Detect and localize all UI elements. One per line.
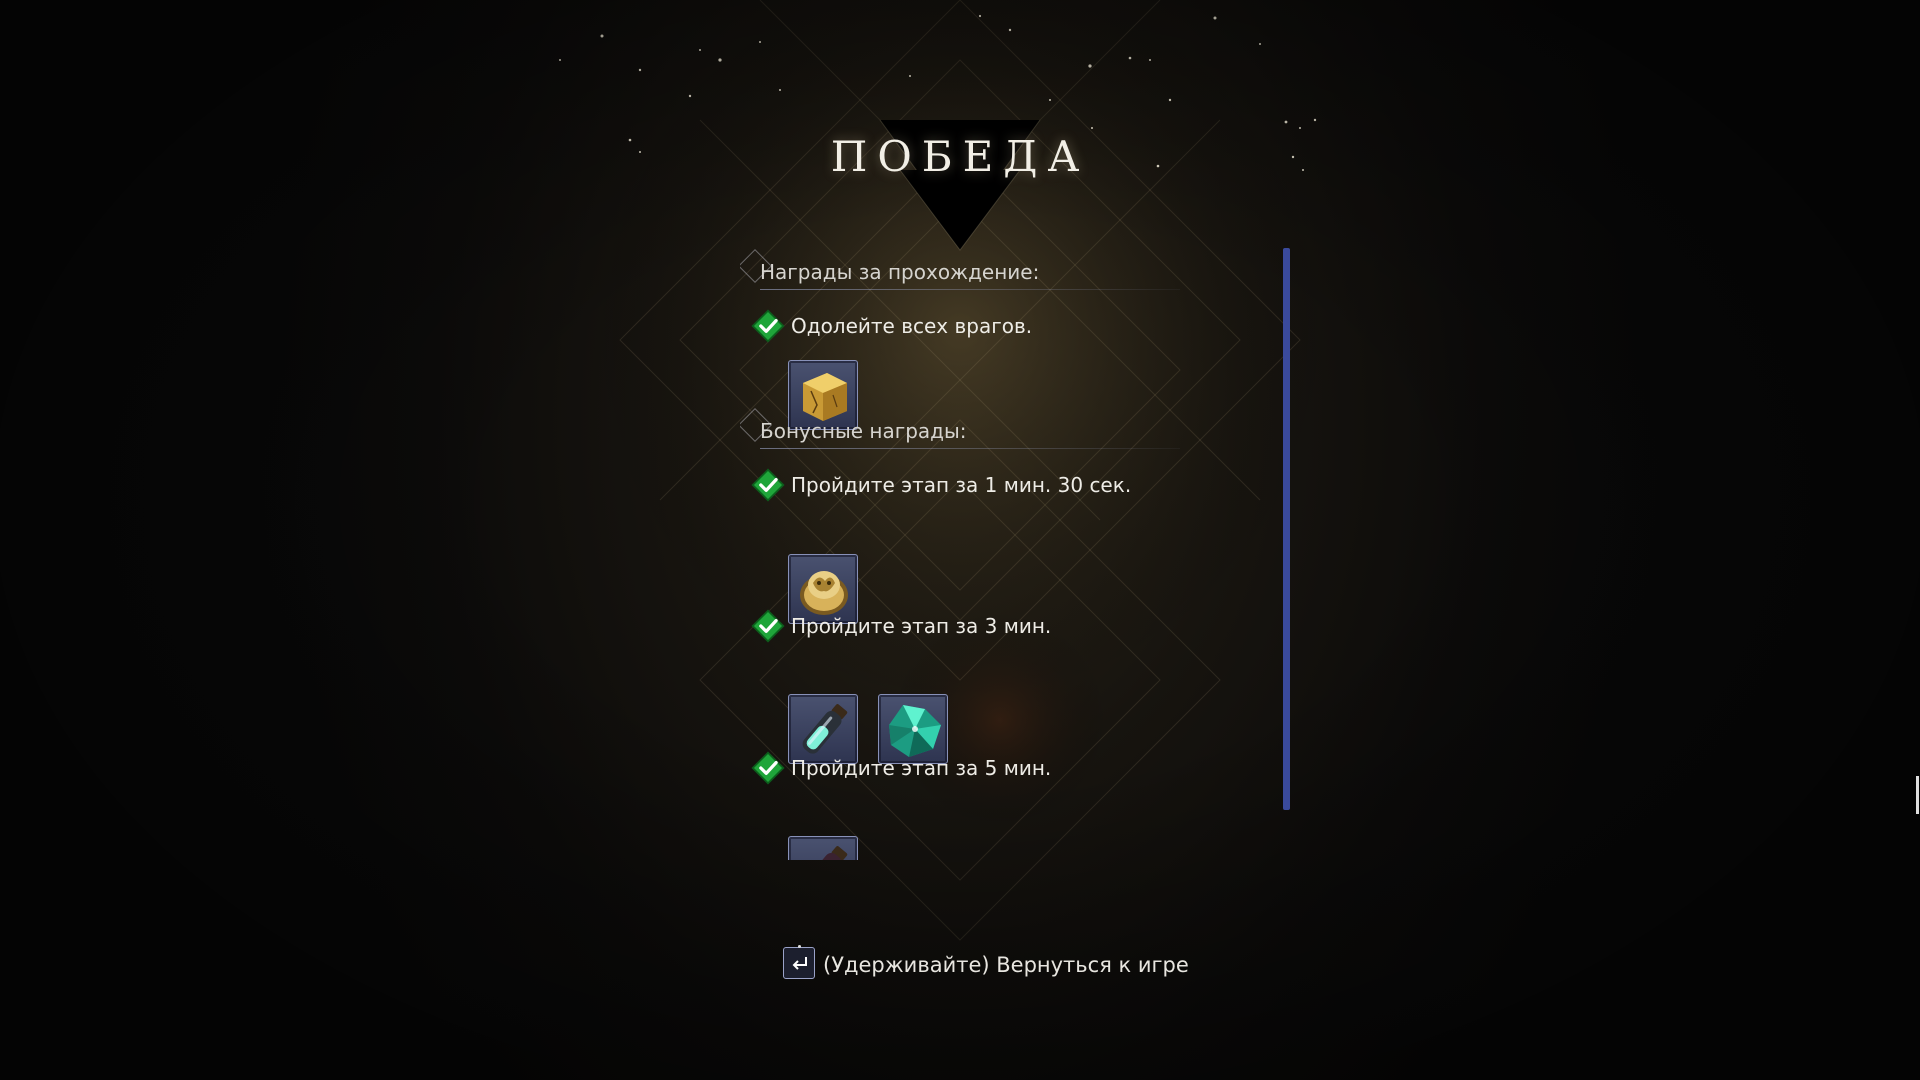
check-icon [751,751,785,785]
rewards-panel: Награды за прохождение: Одолейте всех вр… [740,246,1300,860]
section-heading: Бонусные награды: [760,419,967,443]
enter-key-button[interactable] [783,945,815,979]
red-vial-icon [802,846,848,860]
key-dot [798,945,801,948]
return-hint-text: (Удерживайте) Вернуться к игре [823,953,1189,977]
check-icon [751,468,785,502]
edge-marker [1916,776,1919,814]
check-icon [751,309,785,343]
objective-text: Пройдите этап за 5 мин. [791,756,1052,780]
objective-text: Одолейте всех врагов. [791,314,1033,338]
check-icon [751,609,785,643]
objective-time-5m: Пройдите этап за 5 мин. [750,747,1270,787]
section-completion-rewards: Награды за прохождение: [740,246,1180,290]
enter-key-icon [792,957,807,970]
section-divider [760,289,1180,290]
victory-title: ПОБЕДА [830,132,1090,181]
objective-text: Пройдите этап за 1 мин. 30 сек. [791,473,1132,497]
objective-time-90s: Пройдите этап за 1 мин. 30 сек. [750,464,1270,504]
objective-defeat-enemies: Одолейте всех врагов. [750,305,1270,345]
reward-red-vial[interactable] [788,836,858,860]
section-divider [760,448,1180,449]
section-heading: Награды за прохождение: [760,260,1040,284]
objective-time-3m: Пройдите этап за 3 мин. [750,605,1270,645]
objective-text: Пройдите этап за 3 мин. [791,614,1052,638]
section-bonus-rewards: Бонусные награды: [740,405,1180,449]
